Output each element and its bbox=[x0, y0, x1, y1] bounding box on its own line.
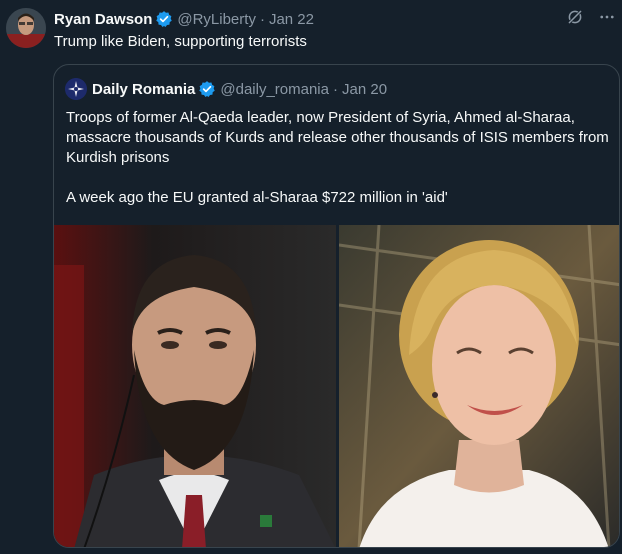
quote-header: Daily Romania @daily_romania · Jan 20 bbox=[65, 78, 387, 100]
quoted-tweet[interactable]: Daily Romania @daily_romania · Jan 20 Tr… bbox=[53, 64, 620, 548]
verified-badge-icon bbox=[155, 10, 173, 28]
quote-media bbox=[54, 225, 619, 547]
quote-text: Troops of former Al-Qaeda leader, now Pr… bbox=[66, 108, 611, 208]
media-image-left[interactable] bbox=[54, 225, 337, 547]
separator-dot: · bbox=[259, 10, 265, 28]
tweet[interactable]: Ryan Dawson @RyLiberty · Jan 22 Trump li… bbox=[0, 0, 622, 554]
avatar[interactable] bbox=[6, 8, 46, 48]
quote-avatar[interactable] bbox=[65, 78, 87, 100]
author-name[interactable]: Ryan Dawson bbox=[54, 11, 152, 28]
tweet-header: Ryan Dawson @RyLiberty · Jan 22 bbox=[54, 9, 314, 29]
author-handle[interactable]: @RyLiberty bbox=[177, 11, 256, 28]
separator-dot: · bbox=[333, 80, 338, 98]
quote-paragraph: A week ago the EU granted al-Sharaa $722… bbox=[66, 189, 448, 206]
grok-icon[interactable] bbox=[566, 8, 584, 31]
quote-author-handle[interactable]: @daily_romania bbox=[220, 81, 329, 98]
tweet-actions bbox=[566, 8, 616, 31]
verified-badge-icon bbox=[198, 80, 216, 98]
tweet-text: Trump like Biden, supporting terrorists bbox=[54, 33, 307, 50]
tweet-timestamp[interactable]: Jan 22 bbox=[269, 11, 314, 28]
quote-paragraph: Troops of former Al-Qaeda leader, now Pr… bbox=[66, 109, 609, 166]
quote-author-name[interactable]: Daily Romania bbox=[92, 81, 195, 98]
quote-timestamp[interactable]: Jan 20 bbox=[342, 81, 387, 98]
media-image-right[interactable] bbox=[338, 225, 619, 547]
more-icon[interactable] bbox=[598, 8, 616, 31]
